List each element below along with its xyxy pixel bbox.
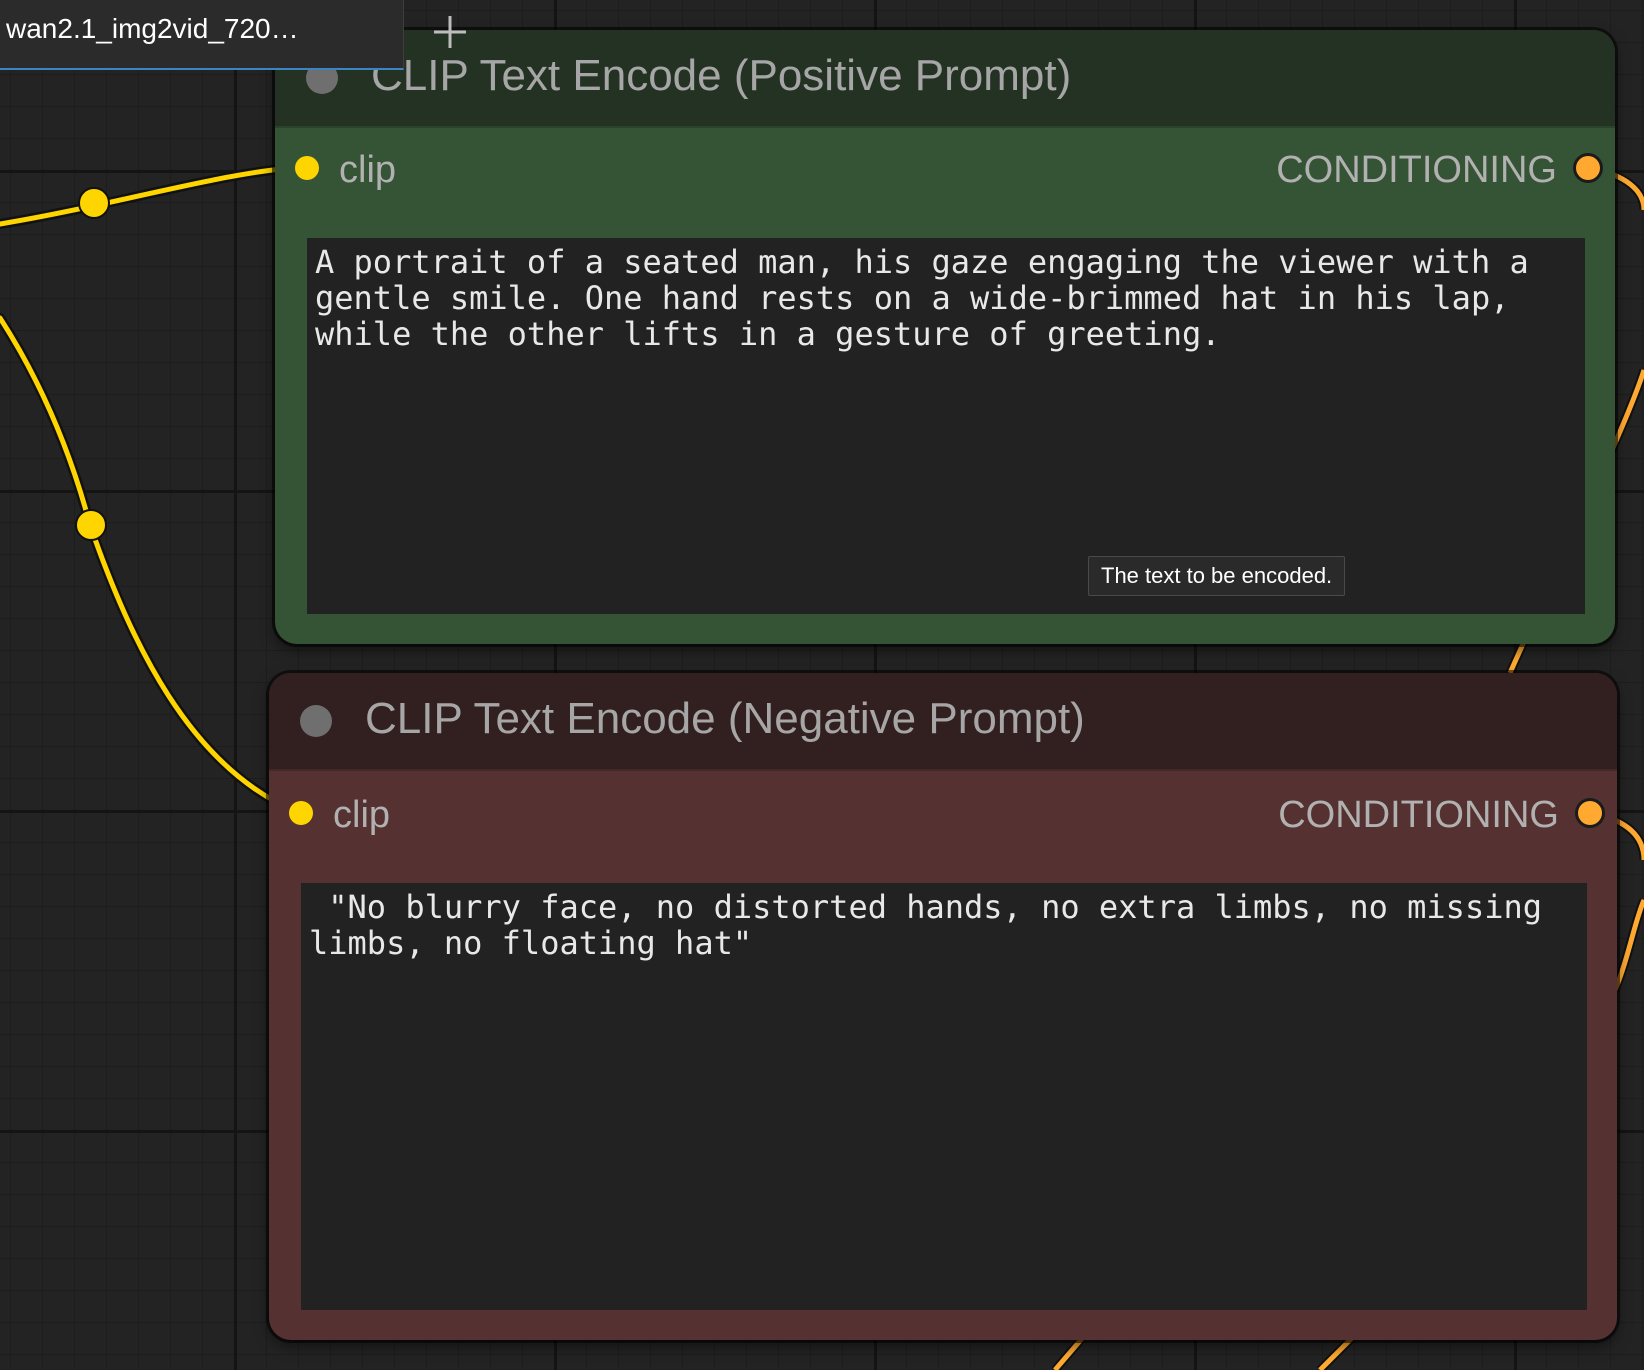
outgoing-link-bottom-left[interactable]	[1051, 1332, 1089, 1370]
clip-input-label: clip	[333, 794, 391, 836]
conditioning-output-slot[interactable]	[1576, 156, 1600, 180]
text-widget-tooltip: The text to be encoded.	[1088, 556, 1346, 596]
positive-prompt-textarea[interactable]: A portrait of a seated man, his gaze eng…	[307, 238, 1585, 614]
clip-link-positive[interactable]	[0, 162, 312, 229]
workflow-tab[interactable]: wan2.1_img2vid_720…	[0, 0, 404, 70]
node-header[interactable]: CLIP Text Encode (Negative Prompt)	[269, 673, 1617, 771]
clip-input-slot[interactable]	[289, 801, 313, 825]
plus-icon[interactable]	[432, 14, 468, 50]
clip-input-slot[interactable]	[295, 156, 319, 180]
clip-link-negative-midpoint[interactable]	[75, 509, 107, 541]
outgoing-link-bottom-right[interactable]	[1316, 1331, 1359, 1370]
node-header[interactable]: CLIP Text Encode (Positive Prompt)	[275, 30, 1615, 128]
workflow-tab-title: wan2.1_img2vid_720…	[6, 13, 299, 44]
clip-text-encode-negative-node[interactable]: CLIP Text Encode (Negative Prompt) clip …	[269, 673, 1617, 1340]
clip-input-label: clip	[339, 149, 397, 191]
clip-text-encode-positive-node[interactable]: CLIP Text Encode (Positive Prompt) clip …	[275, 30, 1615, 644]
conditioning-output-label: CONDITIONING	[1278, 794, 1559, 836]
negative-prompt-textarea[interactable]: "No blurry face, no distorted hands, no …	[301, 883, 1587, 1310]
conditioning-output-label: CONDITIONING	[1276, 149, 1557, 191]
collapse-toggle-icon[interactable]	[300, 705, 332, 737]
node-title: CLIP Text Encode (Positive Prompt)	[371, 51, 1072, 100]
conditioning-output-slot[interactable]	[1578, 801, 1602, 825]
clip-link-positive-midpoint[interactable]	[78, 187, 110, 219]
node-title: CLIP Text Encode (Negative Prompt)	[365, 694, 1085, 743]
clip-link-negative[interactable]	[0, 313, 305, 818]
